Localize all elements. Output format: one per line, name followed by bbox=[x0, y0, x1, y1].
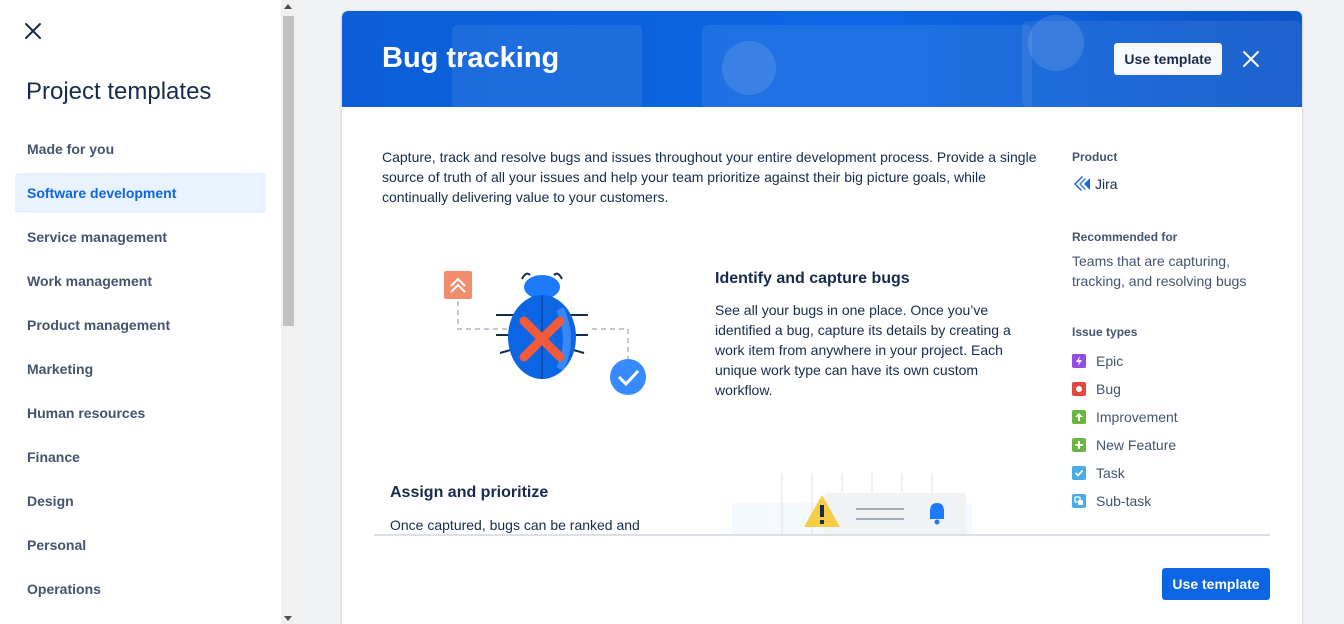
bug-dot-icon bbox=[1072, 382, 1086, 396]
nav-item-marketing[interactable]: Marketing bbox=[15, 349, 266, 389]
issue-type-item: New Feature bbox=[1072, 431, 1178, 459]
nav-item-product-management[interactable]: Product management bbox=[15, 305, 266, 345]
feature-title: Assign and prioritize bbox=[390, 484, 549, 501]
issue-type-item: Improvement bbox=[1072, 403, 1178, 431]
scroll-up-icon[interactable] bbox=[284, 4, 292, 9]
lightning-icon bbox=[1072, 354, 1086, 368]
bug-illustration bbox=[444, 271, 646, 395]
jira-logo-icon bbox=[1074, 176, 1090, 191]
nav-item-work-management[interactable]: Work management bbox=[15, 261, 266, 301]
template-description: Capture, track and resolve bugs and issu… bbox=[382, 149, 1037, 205]
nav-item-finance[interactable]: Finance bbox=[15, 437, 266, 477]
sidebar-scrollbar[interactable] bbox=[281, 0, 296, 624]
template-preview-modal: Bug tracking Use template Capture, track… bbox=[342, 11, 1302, 624]
prioritize-illustration bbox=[732, 473, 972, 535]
modal-banner: Bug tracking Use template bbox=[342, 11, 1302, 107]
issue-type-name: Epic bbox=[1096, 353, 1124, 369]
issue-type-name: New Feature bbox=[1096, 437, 1177, 453]
modal-title: Bug tracking bbox=[382, 42, 560, 74]
templates-sidebar: Project templates Made for you Software … bbox=[0, 0, 281, 624]
nav-item-service-management[interactable]: Service management bbox=[15, 217, 266, 257]
issue-types-label: Issue types bbox=[1072, 325, 1138, 339]
feature-text: Once captured, bugs can be ranked and bbox=[390, 517, 640, 533]
nav-item-human-resources[interactable]: Human resources bbox=[15, 393, 266, 433]
issue-type-item: Sub-task bbox=[1072, 487, 1178, 515]
product-value: Jira bbox=[1072, 174, 1118, 194]
issue-type-name: Task bbox=[1096, 465, 1125, 481]
recommended-text: Teams that are capturing, tracking, and … bbox=[1072, 253, 1247, 289]
issue-type-name: Sub-task bbox=[1096, 493, 1152, 509]
use-template-button-bottom[interactable]: Use template bbox=[1162, 568, 1270, 600]
feature-text: See all your bugs in one place. Once you… bbox=[715, 302, 1011, 398]
sidebar-title: Project templates bbox=[26, 78, 212, 105]
plus-icon bbox=[1072, 438, 1086, 452]
recommended-label: Recommended for bbox=[1072, 230, 1178, 244]
nav-item-personal[interactable]: Personal bbox=[15, 525, 266, 565]
issue-type-name: Improvement bbox=[1096, 409, 1178, 425]
nav-item-operations[interactable]: Operations bbox=[15, 569, 266, 609]
category-nav: Made for you Software development Servic… bbox=[15, 129, 266, 613]
issue-type-name: Bug bbox=[1096, 381, 1121, 397]
scroll-down-icon[interactable] bbox=[284, 616, 292, 621]
use-template-button-top[interactable]: Use template bbox=[1114, 43, 1222, 75]
issue-type-item: Epic bbox=[1072, 347, 1178, 375]
scrollbar-thumb[interactable] bbox=[283, 16, 294, 326]
feature-title: Identify and capture bugs bbox=[715, 270, 910, 287]
subtask-icon bbox=[1072, 494, 1086, 508]
issue-types-list: Epic Bug Improvement New Feature Task Su… bbox=[1072, 347, 1178, 515]
product-label: Product bbox=[1072, 150, 1118, 164]
banner-decoration bbox=[722, 41, 776, 95]
content-divider bbox=[374, 534, 1270, 536]
check-icon bbox=[1072, 466, 1086, 480]
nav-item-software-development[interactable]: Software development bbox=[15, 173, 266, 213]
close-icon[interactable] bbox=[22, 20, 44, 42]
issue-type-item: Bug bbox=[1072, 375, 1178, 403]
arrow-up-icon bbox=[1072, 410, 1086, 424]
banner-decoration bbox=[1028, 15, 1084, 71]
nav-item-made-for-you[interactable]: Made for you bbox=[15, 129, 266, 169]
nav-item-design[interactable]: Design bbox=[15, 481, 266, 521]
issue-type-item: Task bbox=[1072, 459, 1178, 487]
close-icon[interactable] bbox=[1241, 49, 1261, 69]
product-name: Jira bbox=[1095, 176, 1118, 192]
